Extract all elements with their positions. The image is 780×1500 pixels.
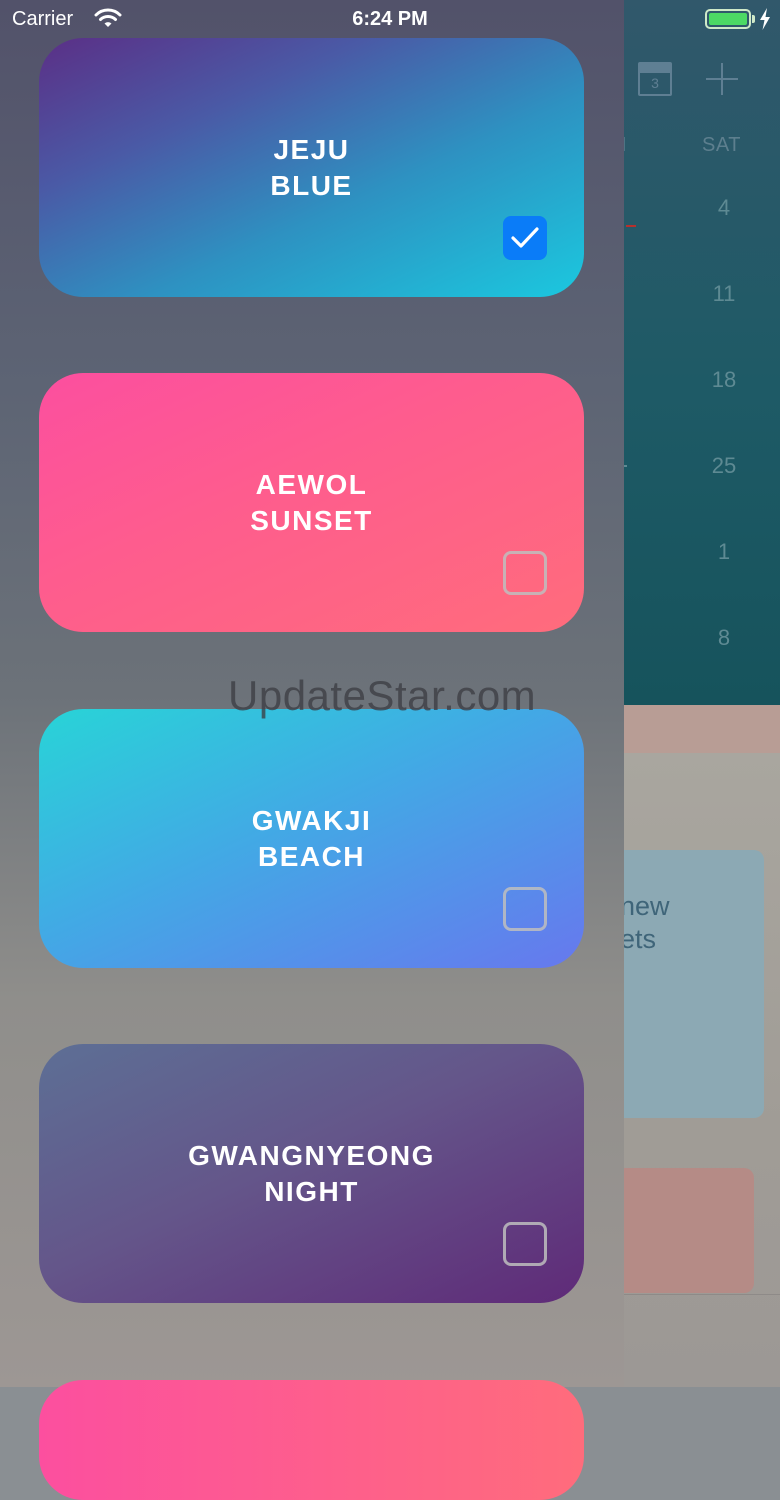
- theme-card-title: GWANGNYEONG NIGHT: [39, 1138, 584, 1210]
- status-bar: Carrier 6:24 PM: [0, 0, 780, 40]
- calendar-date-cell[interactable]: 1: [694, 539, 754, 565]
- calendar-date-cell[interactable]: 8: [694, 625, 754, 651]
- today-marker: [626, 225, 636, 227]
- calendar-date-cell[interactable]: 18: [694, 367, 754, 393]
- theme-card-title: GWAKJI BEACH: [39, 803, 584, 875]
- theme-card-aewol-sunset[interactable]: AEWOL SUNSET: [39, 373, 584, 632]
- watermark: UpdateStar.com: [228, 672, 537, 719]
- event-card-text: new ets: [620, 891, 670, 954]
- theme-title-line: AEWOL: [255, 468, 368, 500]
- calendar-date-cell[interactable]: 11: [694, 281, 754, 307]
- theme-checkbox-checked[interactable]: [503, 216, 547, 260]
- weekday-label-sat: SAT: [702, 134, 741, 156]
- theme-card-jeju-blue[interactable]: JEJU BLUE: [39, 38, 584, 297]
- calendar-date-cell[interactable]: 25: [694, 453, 754, 479]
- clock: 6:24 PM: [352, 8, 428, 30]
- theme-card-partial[interactable]: [39, 1380, 584, 1500]
- theme-title-line: NIGHT: [264, 1175, 359, 1207]
- theme-checkbox[interactable]: [503, 1222, 547, 1266]
- calendar-icon-header: [640, 64, 670, 73]
- battery-tip: [752, 15, 755, 23]
- divider: [612, 1294, 780, 1295]
- theme-title-line: SUNSET: [250, 504, 373, 536]
- theme-card-title: AEWOL SUNSET: [39, 467, 584, 539]
- theme-title-line: GWANGNYEONG: [188, 1139, 435, 1171]
- theme-title-line: GWAKJI: [251, 804, 372, 836]
- theme-title-line: JEJU: [273, 133, 350, 165]
- checkmark-icon: [511, 227, 539, 248]
- theme-picker-drawer: JEJU BLUE AEWOL SUNSET GWAKJI BEACH GWAN…: [0, 0, 624, 1500]
- theme-checkbox[interactable]: [503, 887, 547, 931]
- calendar-date-cell[interactable]: 4: [694, 195, 754, 221]
- charging-bolt-icon: [760, 8, 770, 30]
- theme-card-gwangnyeong-night[interactable]: GWANGNYEONG NIGHT: [39, 1044, 584, 1303]
- calendar-icon-day: 3: [651, 75, 659, 91]
- date-dash: [624, 465, 627, 467]
- event-card[interactable]: [612, 1168, 754, 1293]
- battery-icon: [705, 9, 751, 29]
- theme-checkbox[interactable]: [503, 551, 547, 595]
- theme-title-line: BLUE: [270, 169, 353, 201]
- theme-card-gwakji-beach[interactable]: GWAKJI BEACH: [39, 709, 584, 968]
- calendar-today-icon[interactable]: 3: [638, 62, 672, 96]
- theme-card-title: JEJU BLUE: [39, 132, 584, 204]
- add-event-icon[interactable]: [706, 63, 738, 95]
- battery-fill: [709, 13, 747, 25]
- theme-title-line: BEACH: [257, 840, 366, 872]
